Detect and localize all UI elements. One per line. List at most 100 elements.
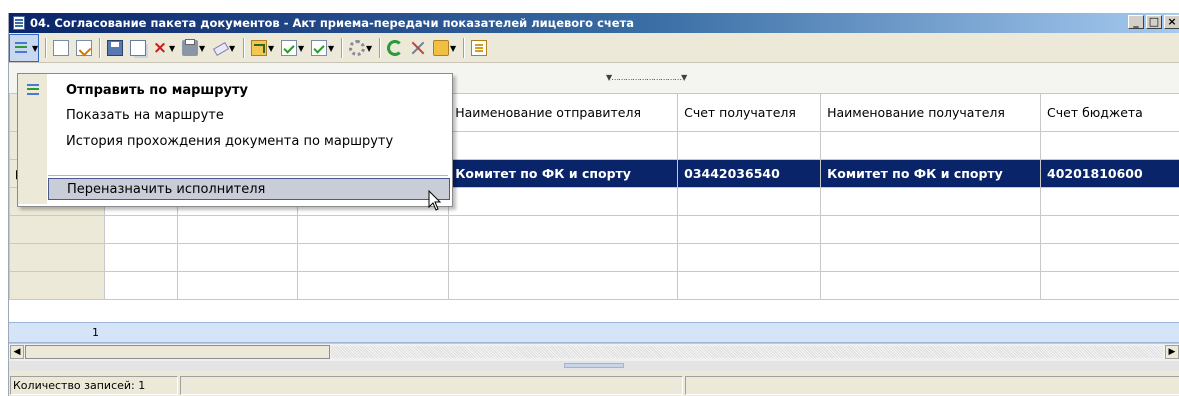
table-row[interactable] xyxy=(9,271,1179,300)
chevron-down-icon: ▼ xyxy=(328,43,335,53)
table-cell[interactable] xyxy=(677,271,822,300)
column-header-recipient-account[interactable]: Счет получателя xyxy=(677,93,822,132)
copy-button[interactable] xyxy=(130,38,146,58)
chevron-down-icon: ▼ xyxy=(450,43,457,53)
menu-item-show-on-route[interactable]: Показать на маршруте xyxy=(48,105,450,127)
clear-icon xyxy=(212,40,228,56)
table-cell[interactable] xyxy=(1040,243,1179,272)
route-doc-icon xyxy=(251,40,267,56)
filter-cell[interactable] xyxy=(820,131,1042,160)
print-button[interactable]: ▼ xyxy=(182,38,205,58)
table-cell[interactable] xyxy=(103,271,178,300)
table-cell[interactable] xyxy=(448,271,679,300)
splitter-handle[interactable] xyxy=(564,363,624,368)
table-cell[interactable] xyxy=(176,271,299,300)
edit-document-button[interactable] xyxy=(76,38,92,58)
window-title: 04. Согласование пакета документов - Акт… xyxy=(30,16,635,30)
document-link-button[interactable] xyxy=(471,38,487,58)
scroll-right-icon[interactable]: ▶ xyxy=(1165,345,1179,359)
maximize-button[interactable]: □ xyxy=(1146,15,1162,29)
toolbar-separator xyxy=(243,38,245,58)
table-cell[interactable] xyxy=(448,243,679,272)
filter-cell[interactable] xyxy=(677,131,822,160)
table-cell[interactable] xyxy=(820,215,1042,244)
column-header-recipient-name[interactable]: Наименование получателя xyxy=(820,93,1042,132)
column-header-sender-name[interactable]: Наименование отправителя xyxy=(448,93,679,132)
table-cell[interactable] xyxy=(820,271,1042,300)
gear-icon xyxy=(349,40,365,56)
menu-item-send-by-route[interactable]: Отправить по маршруту xyxy=(48,80,450,102)
table-row[interactable] xyxy=(9,215,1179,244)
menu-item-route-history[interactable]: История прохождения документа по маршрут… xyxy=(48,131,450,153)
tools-icon xyxy=(410,40,426,56)
menu-separator xyxy=(48,175,448,176)
refresh-button[interactable] xyxy=(387,38,403,58)
routes-button[interactable]: ▼ xyxy=(9,34,39,62)
chevron-down-icon: ▼ xyxy=(199,43,206,53)
filter-cell[interactable] xyxy=(448,131,679,160)
delete-button[interactable]: × ▼ xyxy=(152,38,175,58)
table-cell[interactable] xyxy=(103,215,178,244)
toolbar-separator xyxy=(463,38,465,58)
table-cell[interactable] xyxy=(297,215,450,244)
refresh-icon xyxy=(387,40,403,56)
settings-button[interactable]: ▼ xyxy=(349,38,372,58)
check-document2-button[interactable]: ▼ xyxy=(311,38,334,58)
table-cell[interactable] xyxy=(1040,187,1179,216)
cell-recipient-name[interactable]: Комитет по ФК и спорту xyxy=(820,159,1042,188)
clear-button[interactable]: ▼ xyxy=(212,38,235,58)
table-cell[interactable] xyxy=(448,187,679,216)
chevron-down-icon: ▼ xyxy=(169,43,176,53)
table-cell[interactable] xyxy=(297,271,450,300)
menu-item-reassign-executor[interactable]: Переназначить исполнителя xyxy=(48,178,450,200)
cell-sender-name[interactable]: Комитет по ФК и спорту xyxy=(448,159,679,188)
delete-icon: × xyxy=(152,38,168,58)
table-cell[interactable] xyxy=(176,215,299,244)
scrollbar-thumb[interactable] xyxy=(25,345,330,359)
table-cell[interactable] xyxy=(677,215,822,244)
tools-button[interactable] xyxy=(410,38,426,58)
new-document-button[interactable] xyxy=(53,38,69,58)
panel-splitter[interactable] xyxy=(9,361,1179,371)
route-document-button[interactable]: ▼ xyxy=(251,38,274,58)
title-bar: 04. Согласование пакета документов - Акт… xyxy=(9,13,1179,33)
toolbar: ▼ × ▼ ▼ ▼ ▼ ▼ ▼ ▼ ▼ xyxy=(9,34,1179,63)
status-cell xyxy=(180,376,683,395)
table-cell[interactable] xyxy=(448,215,679,244)
table-row[interactable] xyxy=(9,243,1179,272)
table-cell[interactable] xyxy=(103,243,178,272)
table-cell[interactable] xyxy=(820,187,1042,216)
new-doc-icon xyxy=(53,40,69,56)
cell-budget-account[interactable]: 40201810600 xyxy=(1040,159,1179,188)
edit-doc-icon xyxy=(76,40,92,56)
chevron-down-icon: ▼ xyxy=(298,43,305,53)
toolbar-separator xyxy=(99,38,101,58)
chevron-down-icon: ▼ xyxy=(229,43,236,53)
table-cell[interactable] xyxy=(1040,215,1179,244)
toolbar-separator xyxy=(45,38,47,58)
row-indicator xyxy=(9,271,105,300)
minimize-button[interactable]: _ xyxy=(1128,15,1144,29)
toolbar-separator xyxy=(341,38,343,58)
cell-recipient-account[interactable]: 03442036540 xyxy=(677,159,822,188)
table-cell[interactable] xyxy=(677,187,822,216)
scroll-left-icon[interactable]: ◀ xyxy=(10,345,24,359)
table-cell[interactable] xyxy=(677,243,822,272)
folder-button[interactable]: ▼ xyxy=(433,38,456,58)
document-icon xyxy=(13,16,25,30)
table-cell[interactable] xyxy=(1040,271,1179,300)
table-cell[interactable] xyxy=(297,243,450,272)
check-document-button[interactable]: ▼ xyxy=(281,38,304,58)
horizontal-scrollbar[interactable]: ◀ ▶ xyxy=(9,343,1179,361)
scrollbar-track[interactable] xyxy=(331,346,1163,358)
routes-icon xyxy=(13,40,29,56)
table-cell[interactable] xyxy=(820,243,1042,272)
column-header-budget-account[interactable]: Счет бюджета xyxy=(1040,93,1179,132)
save-button[interactable] xyxy=(107,38,123,58)
print-icon xyxy=(182,39,198,56)
filter-cell[interactable] xyxy=(1040,131,1179,160)
routes-dropdown-menu: Отправить по маршруту Показать на маршру… xyxy=(17,73,453,207)
close-button[interactable]: × xyxy=(1164,15,1179,29)
table-cell[interactable] xyxy=(176,243,299,272)
status-record-count: Количество записей: 1 xyxy=(10,376,178,395)
